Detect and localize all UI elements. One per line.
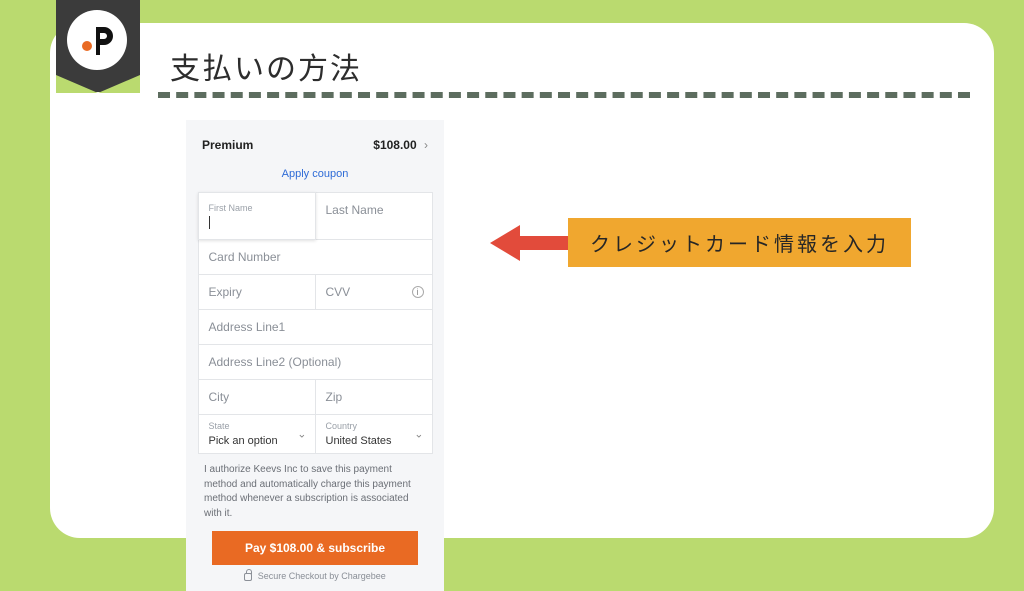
callout-label: クレジットカード情報を入力 (568, 218, 911, 267)
expiry-field[interactable]: Expiry (198, 274, 316, 310)
secure-checkout-label: Secure Checkout by Chargebee (198, 571, 432, 581)
payment-form: First Name Last Name Card Number Expiry … (198, 192, 432, 453)
state-label: State (209, 421, 307, 431)
zip-field[interactable]: Zip (315, 379, 433, 415)
arrow-left-icon (490, 225, 520, 261)
arrow-stem (520, 236, 570, 250)
city-field[interactable]: City (198, 379, 316, 415)
address2-field[interactable]: Address Line2 (Optional) (198, 344, 433, 380)
state-select[interactable]: State Pick an option ⌄ (198, 414, 316, 454)
last-name-field[interactable]: Last Name (315, 192, 433, 240)
first-name-field[interactable]: First Name (198, 192, 316, 240)
plan-price: $108.00 (373, 138, 416, 152)
first-name-label: First Name (209, 203, 305, 213)
chevron-down-icon: ⌄ (297, 427, 306, 440)
chevron-down-icon: ⌄ (414, 427, 423, 440)
cvv-placeholder: CVV (326, 285, 351, 299)
apply-coupon-link[interactable]: Apply coupon (198, 162, 432, 192)
plan-summary-row[interactable]: Premium $108.00 › (198, 134, 432, 162)
logo-icon (76, 19, 118, 61)
card-number-field[interactable]: Card Number (198, 239, 433, 275)
text-caret-icon (209, 216, 210, 229)
divider (158, 92, 970, 98)
checkout-panel: Premium $108.00 › Apply coupon First Nam… (186, 120, 444, 591)
plan-price-wrap: $108.00 › (373, 138, 428, 152)
cvv-field[interactable]: CVV i (315, 274, 433, 310)
state-value: Pick an option (209, 435, 278, 447)
country-select[interactable]: Country United States ⌄ (315, 414, 433, 454)
country-value: United States (326, 435, 392, 447)
secure-text: Secure Checkout by Chargebee (258, 571, 386, 581)
callout-arrow: クレジットカード情報を入力 (490, 218, 911, 267)
chevron-right-icon: › (424, 138, 428, 152)
pay-subscribe-button[interactable]: Pay $108.00 & subscribe (212, 531, 418, 565)
lock-icon (244, 573, 252, 581)
brand-logo (67, 10, 127, 70)
authorize-text: I authorize Keevs Inc to save this payme… (198, 453, 432, 531)
country-label: Country (326, 421, 424, 431)
plan-name: Premium (202, 138, 253, 152)
page-title: 支払いの方法 (170, 44, 362, 88)
info-icon[interactable]: i (412, 286, 424, 298)
address1-field[interactable]: Address Line1 (198, 309, 433, 345)
